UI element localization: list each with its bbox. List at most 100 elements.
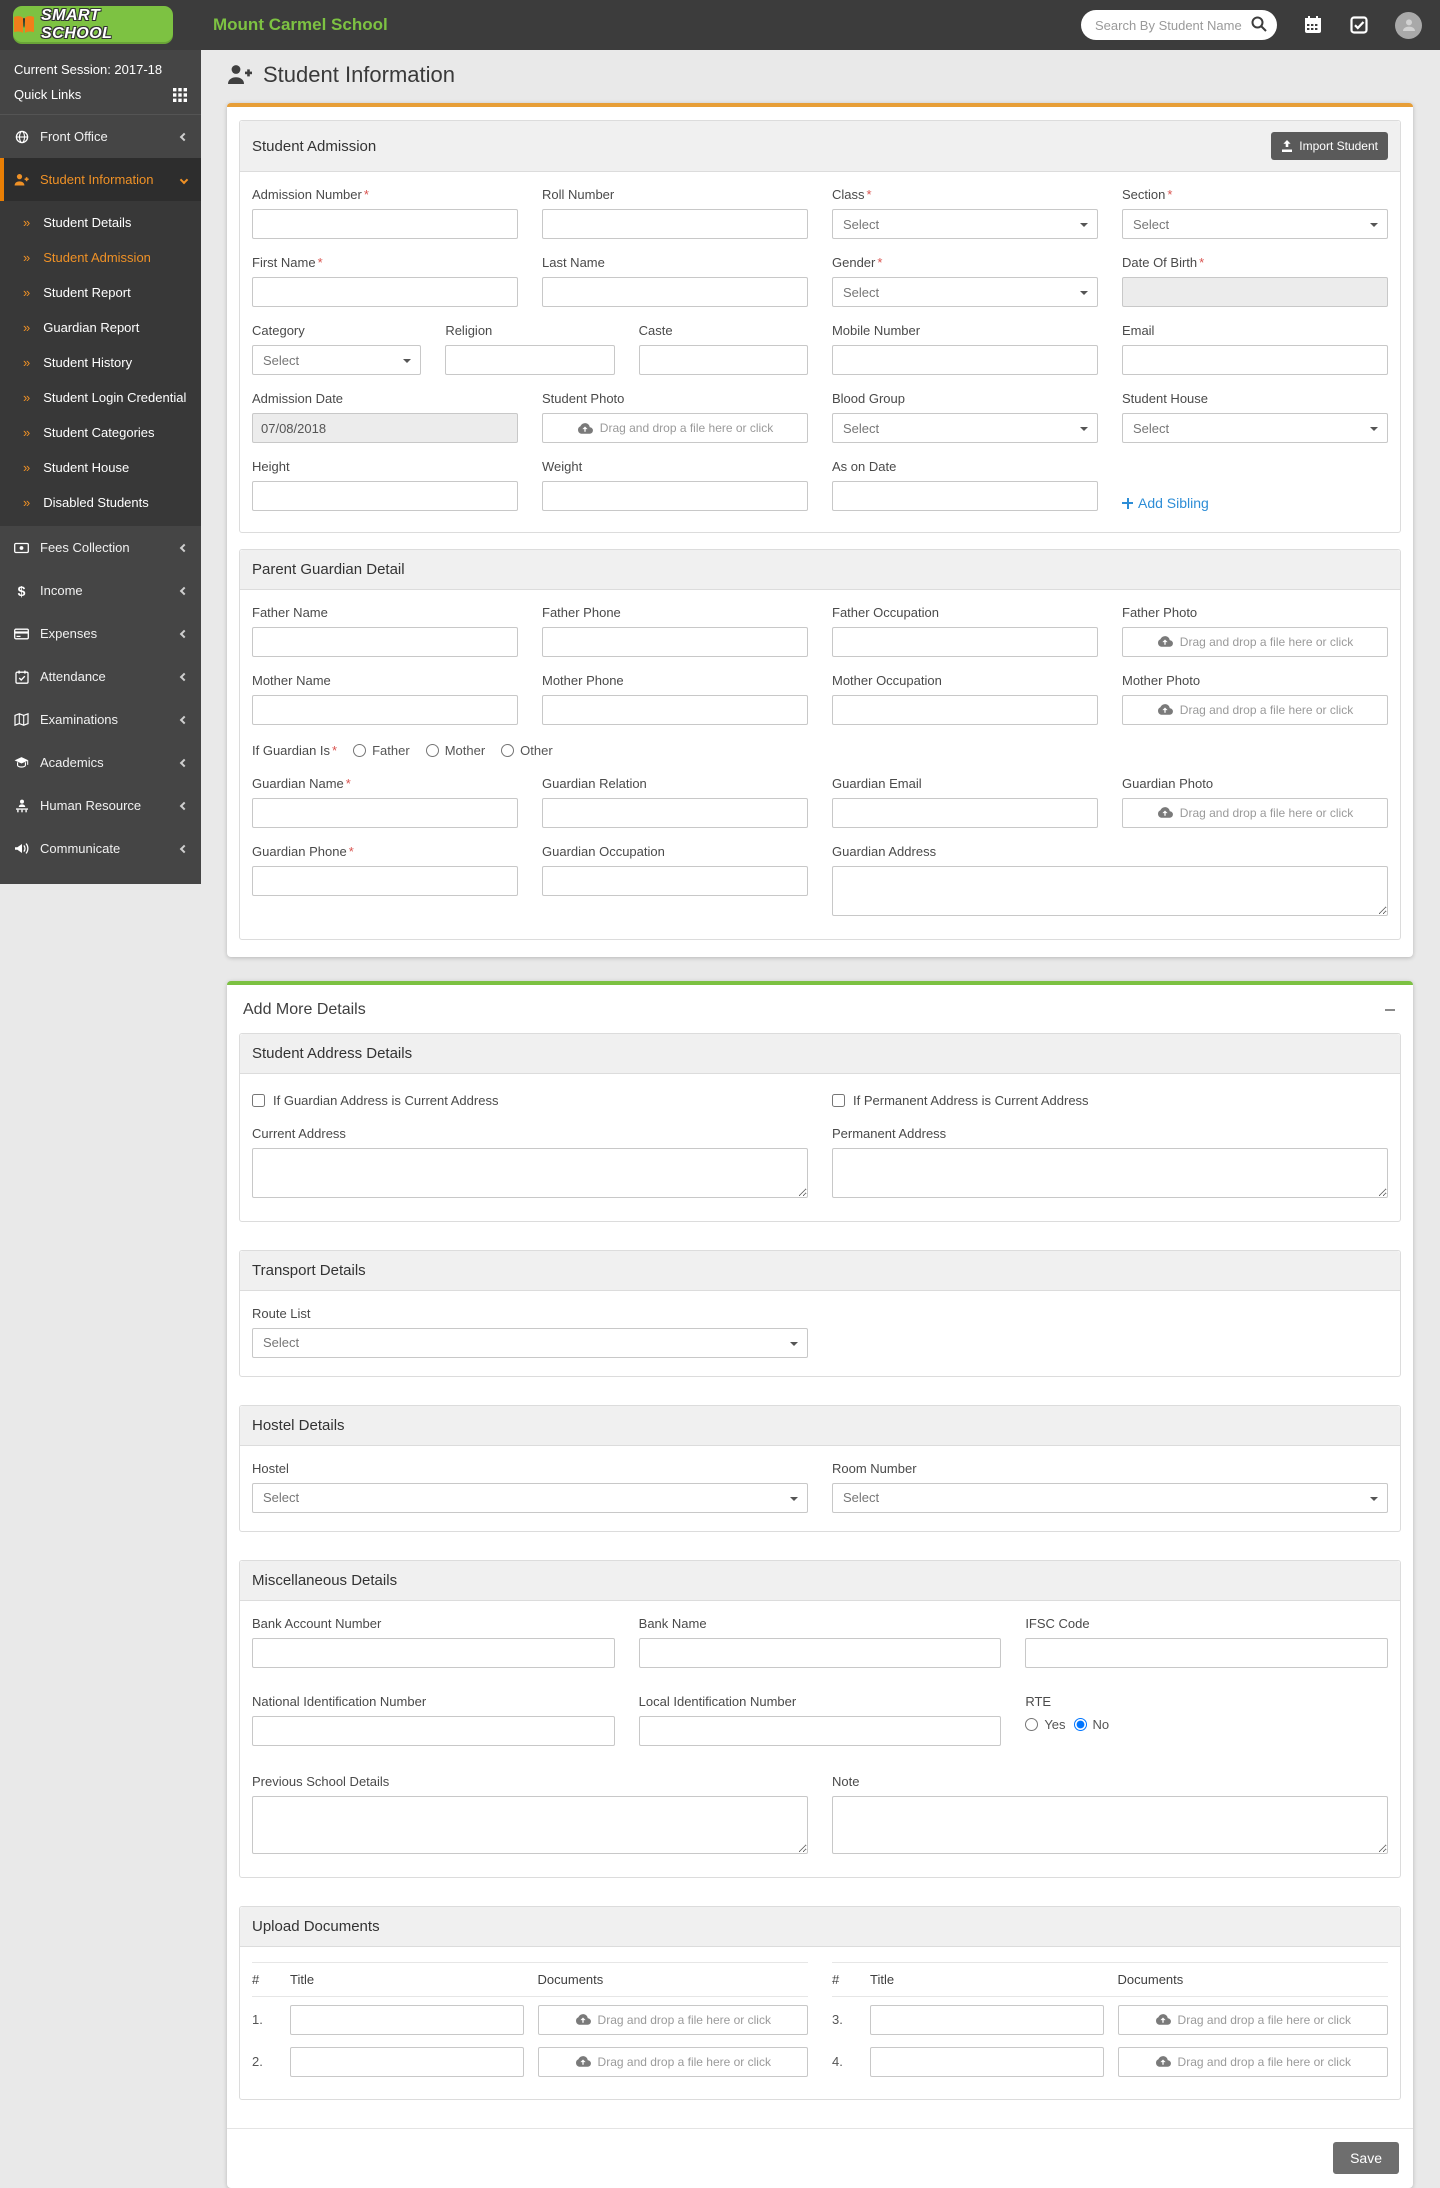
sidebar-item-attendance[interactable]: Attendance (0, 655, 201, 698)
document-4-dropzone[interactable]: Drag and drop a file here or click (1117, 2046, 1388, 2077)
document-4-title-input[interactable] (870, 2046, 1104, 2077)
add-sibling-link[interactable]: Add Sibling (1122, 495, 1209, 511)
blood-group-select[interactable]: Select (832, 413, 1098, 443)
submenu-item-student-login-credential[interactable]: » Student Login Credential (0, 380, 201, 415)
permanent-address-checkbox[interactable] (832, 1093, 845, 1107)
note-textarea[interactable] (832, 1795, 1388, 1854)
document-2-dropzone[interactable]: Drag and drop a file here or click (537, 2046, 808, 2077)
student-photo-dropzone[interactable]: Drag and drop a file here or click (542, 413, 808, 443)
class-select[interactable]: Select (832, 209, 1098, 239)
sidebar-item-human-resource[interactable]: Human Resource (0, 784, 201, 827)
caste-input[interactable] (638, 345, 808, 375)
search-input[interactable] (1081, 10, 1277, 40)
document-1-dropzone[interactable]: Drag and drop a file here or click (537, 2004, 808, 2035)
guardian-mother-radio-label: Mother (425, 743, 485, 758)
religion-input[interactable] (445, 345, 615, 375)
father-photo-dropzone[interactable]: Drag and drop a file here or click (1122, 626, 1388, 657)
permanent-address-textarea[interactable] (832, 1147, 1388, 1198)
rte-yes-radio[interactable] (1025, 1717, 1039, 1731)
student-house-select[interactable]: Select (1122, 413, 1388, 443)
upload-documents-panel: Upload Documents # Title Documents 1. Dr… (239, 1905, 1401, 2100)
sidebar-item-examinations[interactable]: Examinations (0, 698, 201, 741)
guardian-other-radio[interactable] (501, 743, 515, 757)
email-input[interactable] (1121, 345, 1388, 375)
app-logo[interactable]: SMART SCHOOL (13, 6, 173, 44)
bank-account-input[interactable] (252, 1637, 615, 1668)
first-name-input[interactable] (252, 277, 518, 307)
grid-icon[interactable] (173, 87, 187, 102)
guardian-mother-radio[interactable] (425, 743, 439, 757)
national-id-input[interactable] (252, 1715, 615, 1746)
admission-number-input[interactable] (252, 209, 518, 239)
guardian-address-checkbox[interactable] (252, 1093, 265, 1107)
guardian-address-textarea[interactable] (832, 865, 1388, 916)
height-input[interactable] (252, 481, 518, 511)
date-of-birth-input[interactable] (1122, 277, 1388, 307)
category-select[interactable]: Select (252, 345, 422, 375)
last-name-input[interactable] (542, 277, 808, 307)
document-2-title-input[interactable] (290, 2046, 524, 2077)
sidebar-item-academics[interactable]: Academics (0, 741, 201, 784)
mother-photo-dropzone[interactable]: Drag and drop a file here or click (1122, 694, 1388, 725)
submenu-item-student-details[interactable]: » Student Details (0, 205, 201, 240)
guardian-name-input[interactable] (252, 797, 518, 828)
document-3-dropzone[interactable]: Drag and drop a file here or click (1117, 2004, 1388, 2035)
sidebar-item-student-information[interactable]: Student Information (0, 158, 201, 201)
submenu-item-student-history[interactable]: » Student History (0, 345, 201, 380)
national-id-label: National Identification Number (252, 1693, 427, 1709)
document-3-title-input[interactable] (870, 2004, 1104, 2035)
bank-name-input[interactable] (638, 1637, 1002, 1668)
father-phone-input[interactable] (542, 626, 808, 657)
submenu-item-guardian-report[interactable]: » Guardian Report (0, 310, 201, 345)
current-address-textarea[interactable] (252, 1147, 808, 1198)
father-occupation-input[interactable] (832, 626, 1098, 657)
ifsc-code-input[interactable] (1025, 1637, 1388, 1668)
submenu-item-student-categories[interactable]: » Student Categories (0, 415, 201, 450)
sidebar-item-expenses[interactable]: Expenses (0, 612, 201, 655)
submenu-item-student-report[interactable]: » Student Report (0, 275, 201, 310)
admission-date-input[interactable] (252, 413, 518, 443)
room-number-select[interactable]: Select (832, 1482, 1388, 1513)
guardian-email-input[interactable] (832, 797, 1098, 828)
guardian-phone-input[interactable] (252, 865, 518, 896)
guardian-occupation-input[interactable] (542, 865, 808, 896)
mother-phone-input[interactable] (542, 694, 808, 725)
previous-school-textarea[interactable] (252, 1795, 808, 1854)
guardian-relation-input[interactable] (542, 797, 808, 828)
document-1-title-input[interactable] (290, 2004, 524, 2035)
rte-no-radio-label: No (1073, 1717, 1109, 1732)
sidebar-item-front-office[interactable]: Front Office (0, 115, 201, 158)
mother-name-input[interactable] (252, 694, 518, 725)
as-on-date-input[interactable] (832, 481, 1098, 511)
submenu-item-student-house[interactable]: » Student House (0, 450, 201, 485)
double-chevron-icon: » (23, 355, 31, 370)
save-button[interactable]: Save (1333, 2141, 1399, 2174)
roll-number-input[interactable] (542, 209, 808, 239)
section-select[interactable]: Select (1122, 209, 1388, 239)
sidebar-item-communicate[interactable]: Communicate (0, 827, 201, 870)
bank-account-label: Bank Account Number (252, 1615, 382, 1631)
submenu-item-student-admission[interactable]: » Student Admission (0, 240, 201, 275)
guardian-photo-dropzone[interactable]: Drag and drop a file here or click (1122, 797, 1388, 828)
collapse-icon[interactable] (1383, 1003, 1397, 1017)
local-id-input[interactable] (638, 1715, 1002, 1746)
gender-select[interactable]: Select (832, 277, 1098, 307)
father-name-input[interactable] (252, 626, 518, 657)
import-student-button[interactable]: Import Student (1271, 132, 1388, 160)
rte-no-radio[interactable] (1073, 1717, 1087, 1731)
tasks-icon[interactable] (1349, 15, 1369, 35)
chevron-down-icon (179, 175, 189, 184)
weight-input[interactable] (542, 481, 808, 511)
search-icon[interactable] (1250, 15, 1268, 38)
mother-occupation-label: Mother Occupation (832, 672, 942, 688)
user-avatar[interactable] (1395, 11, 1422, 39)
sidebar-item-income[interactable]: $ Income (0, 569, 201, 612)
mobile-number-input[interactable] (831, 345, 1098, 375)
calendar-icon[interactable] (1303, 15, 1323, 35)
mother-occupation-input[interactable] (832, 694, 1098, 725)
sidebar-item-fees-collection[interactable]: Fees Collection (0, 526, 201, 569)
hostel-select[interactable]: Select (252, 1482, 808, 1513)
route-list-select[interactable]: Select (252, 1327, 808, 1358)
guardian-father-radio[interactable] (353, 743, 367, 757)
submenu-item-disabled-students[interactable]: » Disabled Students (0, 485, 201, 520)
